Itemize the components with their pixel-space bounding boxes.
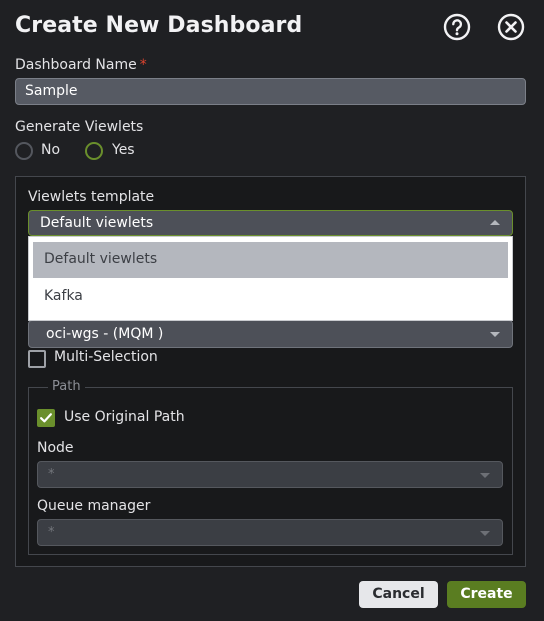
- dashboard-name-input[interactable]: Sample: [15, 78, 526, 105]
- viewlets-template-label: Viewlets template: [28, 189, 155, 205]
- path-legend: Path: [48, 379, 85, 394]
- radio-yes[interactable]: [85, 142, 103, 160]
- check-icon: [40, 413, 52, 423]
- help-circle-icon[interactable]: [442, 12, 472, 42]
- viewlets-template-select[interactable]: Default viewlets: [28, 210, 513, 236]
- connection-select-value: oci-wgs - (MQM ): [46, 326, 164, 342]
- queue-manager-select[interactable]: *: [37, 519, 503, 546]
- viewlets-template-value: Default viewlets: [40, 215, 154, 231]
- radio-no[interactable]: [15, 142, 33, 160]
- use-original-path-checkbox[interactable]: [37, 409, 55, 427]
- required-marker: *: [139, 57, 147, 73]
- node-select-value: *: [48, 467, 55, 482]
- queue-manager-label: Queue manager: [37, 498, 151, 514]
- queue-manager-select-value: *: [48, 525, 55, 540]
- chevron-down-icon: [480, 530, 490, 536]
- generate-viewlets-label: Generate Viewlets: [15, 119, 144, 135]
- dialog-title: Create New Dashboard: [15, 13, 303, 38]
- cancel-button[interactable]: Cancel: [359, 581, 438, 608]
- chevron-down-icon: [490, 332, 500, 337]
- close-circle-icon[interactable]: [496, 12, 526, 42]
- node-label: Node: [37, 440, 74, 456]
- radio-no-label[interactable]: No: [41, 142, 60, 158]
- use-original-path-label[interactable]: Use Original Path: [64, 409, 185, 425]
- dropdown-option-default-viewlets[interactable]: Default viewlets: [33, 242, 508, 278]
- viewlets-template-dropdown: Default viewlets Kafka: [28, 236, 513, 321]
- create-button[interactable]: Create: [447, 581, 526, 608]
- multi-selection-checkbox[interactable]: [28, 350, 46, 368]
- radio-yes-label[interactable]: Yes: [112, 142, 135, 158]
- connection-select[interactable]: oci-wgs - (MQM ): [28, 320, 513, 348]
- dashboard-name-label: Dashboard Name *: [15, 57, 147, 73]
- multi-selection-label[interactable]: Multi-Selection: [54, 349, 158, 365]
- chevron-down-icon: [480, 472, 490, 478]
- dashboard-name-label-text: Dashboard Name: [15, 57, 137, 73]
- node-select[interactable]: *: [37, 461, 503, 488]
- chevron-up-icon: [490, 220, 500, 225]
- dropdown-option-kafka[interactable]: Kafka: [33, 279, 508, 315]
